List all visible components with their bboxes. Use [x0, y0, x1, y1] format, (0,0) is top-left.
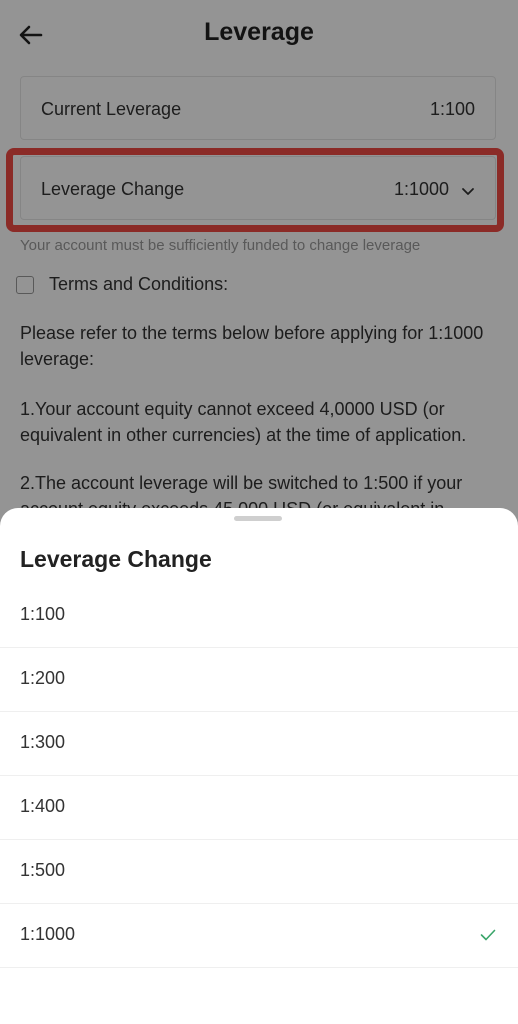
- option-label: 1:100: [20, 604, 66, 624]
- leverage-option-1-200[interactable]: 1:200: [0, 648, 518, 712]
- leverage-option-1-1000[interactable]: 1:1000: [0, 904, 518, 968]
- sheet-title: Leverage Change: [20, 546, 212, 572]
- option-label: 1:200: [20, 668, 66, 688]
- sheet-drag-handle[interactable]: [234, 516, 282, 521]
- option-label: 1:300: [20, 732, 66, 752]
- leverage-bottom-sheet: Leverage Change 1:100 1:200 1:300 1:400 …: [0, 508, 518, 1024]
- leverage-option-1-500[interactable]: 1:500: [0, 840, 518, 904]
- option-label: 1:400: [20, 796, 66, 816]
- option-label: 1:500: [20, 860, 66, 880]
- option-label: 1:1000: [20, 924, 76, 944]
- leverage-option-1-100[interactable]: 1:100: [0, 584, 518, 648]
- checkmark-icon: [480, 928, 496, 941]
- leverage-option-1-400[interactable]: 1:400: [0, 776, 518, 840]
- leverage-option-1-300[interactable]: 1:300: [0, 712, 518, 776]
